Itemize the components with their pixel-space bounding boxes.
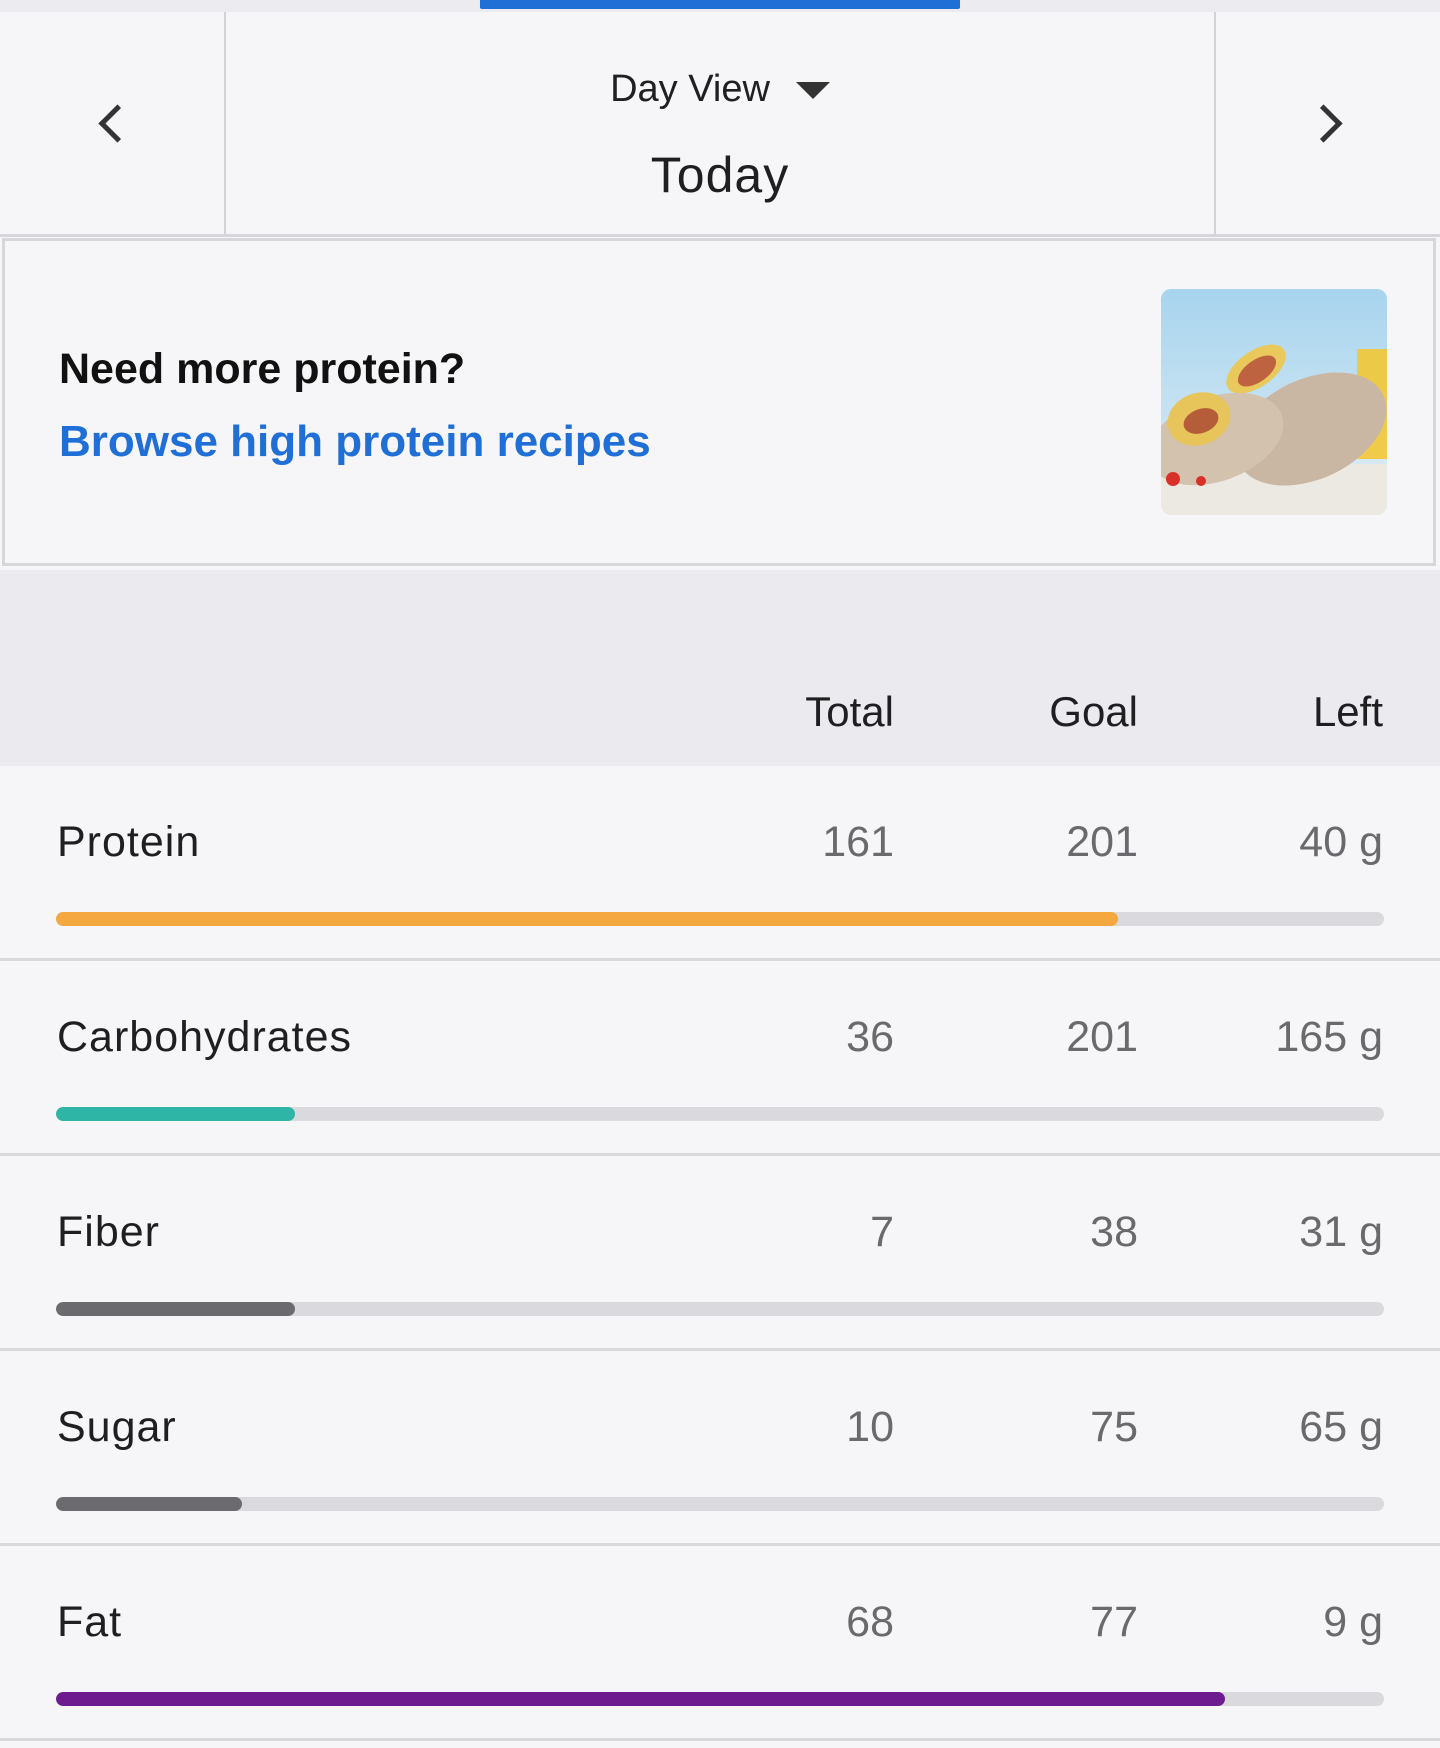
nutrient-total: 68 [846,1598,894,1646]
progress-bar-track [56,912,1384,926]
recipe-image [1161,289,1387,515]
nutrient-row-sugar[interactable]: Sugar 10 75 65 g [0,1351,1440,1546]
date-navigation-header: Day View Today [0,12,1440,237]
nutrient-left: 40 g [1299,818,1383,866]
column-header-left: Left [1312,688,1383,735]
nutrient-table-header: Total Goal Left [0,570,1440,766]
current-date-label: Today [650,147,790,203]
active-tab-indicator [480,0,960,9]
nutrient-left: 165 g [1275,1013,1383,1061]
nutrient-total: 36 [846,1013,894,1061]
progress-bar-fill [56,1107,296,1121]
nutrient-left: 31 g [1299,1208,1383,1256]
progress-bar-track [56,1497,1384,1511]
nutrient-label: Fat [57,1598,123,1646]
previous-day-button[interactable] [0,12,226,234]
progress-bar-track [56,1107,1384,1121]
view-selector-label: Day View [610,68,770,110]
nutrient-goal: 201 [1066,818,1138,866]
progress-bar-track [56,1302,1384,1316]
nutrient-row-protein[interactable]: Protein 161 201 40 g [0,766,1440,961]
nutrient-label: Protein [57,818,201,866]
next-day-button[interactable] [1214,12,1440,234]
nutrient-row-carbohydrates[interactable]: Carbohydrates 36 201 165 g [0,961,1440,1156]
browse-recipes-link[interactable]: Browse high protein recipes [59,417,651,467]
nutrient-total: 10 [846,1403,894,1451]
nutrient-row-fiber[interactable]: Fiber 7 38 31 g [0,1156,1440,1351]
column-header-goal: Goal [1049,688,1138,735]
nutrient-left: 9 g [1323,1598,1383,1646]
nutrient-goal: 38 [1090,1208,1138,1256]
nutrient-total: 7 [870,1208,894,1256]
progress-bar-fill [56,1497,242,1511]
nutrient-label: Sugar [57,1403,177,1451]
nutrient-label: Carbohydrates [57,1013,353,1061]
progress-bar-track [56,1692,1384,1706]
nutrient-left: 65 g [1299,1403,1383,1451]
caret-down-icon [795,82,830,99]
nutrient-goal: 201 [1066,1013,1138,1061]
nutrient-row-fat[interactable]: Fat 68 77 9 g [0,1546,1440,1741]
date-title-block: Day View Today [226,12,1214,234]
nutrient-label: Fiber [57,1208,160,1256]
chevron-right-icon [1303,103,1343,143]
protein-promo-card[interactable]: Need more protein? Browse high protein r… [2,238,1436,566]
progress-bar-fill [56,1302,296,1316]
view-selector-dropdown[interactable]: Day View [226,68,1214,111]
progress-bar-fill [56,912,1119,926]
progress-bar-fill [56,1692,1225,1706]
promo-title: Need more protein? [59,345,466,393]
nutrient-goal: 77 [1090,1598,1138,1646]
nutrient-total: 161 [822,818,894,866]
nutrient-goal: 75 [1090,1403,1138,1451]
chevron-left-icon [97,103,137,143]
column-header-total: Total [805,688,894,735]
